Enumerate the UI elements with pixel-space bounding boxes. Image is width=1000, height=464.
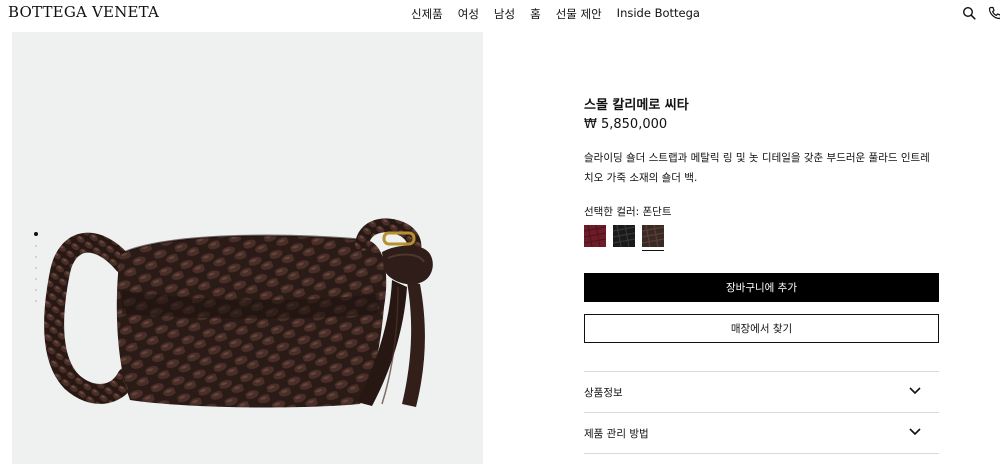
gallery-dot[interactable] [35, 278, 37, 280]
add-to-cart-button[interactable]: 장바구니에 추가 [584, 273, 939, 302]
chevron-down-icon [909, 387, 921, 395]
nav-item-women[interactable]: 여성 [458, 6, 479, 22]
nav-item-new[interactable]: 신제품 [411, 6, 443, 22]
gallery-dot-active[interactable] [34, 232, 38, 236]
product-description: 슬라이딩 숄더 스트랩과 메탈릭 링 및 놋 디테일을 갖춘 부드러운 풀라드 … [584, 152, 930, 184]
gallery-pagination [34, 232, 38, 302]
brand-logo[interactable]: BOTTEGA VENETA [8, 3, 159, 21]
chevron-down-icon [909, 428, 921, 436]
divider [584, 453, 939, 454]
site-header: BOTTEGA VENETA 신제품 여성 남성 홈 선물 제안 Inside … [0, 0, 1000, 30]
selected-color-label: 선택한 컬러: 폰단트 [584, 206, 672, 218]
color-swatch-black[interactable] [612, 224, 636, 248]
accordion-label: 상품정보 [584, 387, 623, 399]
color-swatches [583, 224, 665, 251]
gallery-dot[interactable] [35, 300, 37, 302]
gallery-dot[interactable] [35, 289, 37, 291]
gallery-dot[interactable] [35, 256, 37, 258]
gallery-dot[interactable] [35, 267, 37, 269]
accordion-care-instructions[interactable]: 제품 관리 방법 [584, 413, 939, 453]
search-icon[interactable] [962, 6, 976, 20]
gallery-dot[interactable] [35, 245, 37, 247]
product-title: 스몰 칼리메로 씨타 [584, 98, 689, 113]
nav-item-home[interactable]: 홈 [530, 6, 541, 22]
accordion-product-info[interactable]: 상품정보 [584, 372, 939, 412]
product-image [44, 218, 433, 408]
phone-icon[interactable] [988, 6, 1000, 20]
find-in-store-button[interactable]: 매장에서 찾기 [584, 314, 939, 343]
color-swatch-burgundy[interactable] [583, 224, 607, 248]
nav-item-inside-bottega[interactable]: Inside Bottega [617, 6, 700, 22]
product-price: ₩ 5,850,000 [584, 117, 668, 132]
product-image-gallery[interactable] [12, 32, 483, 464]
color-swatch-fondant[interactable] [641, 224, 665, 251]
main-nav: 신제품 여성 남성 홈 선물 제안 Inside Bottega [411, 6, 700, 22]
nav-item-gifts[interactable]: 선물 제안 [556, 6, 602, 22]
accordion-label: 제품 관리 방법 [584, 428, 649, 440]
nav-item-men[interactable]: 남성 [494, 6, 515, 22]
